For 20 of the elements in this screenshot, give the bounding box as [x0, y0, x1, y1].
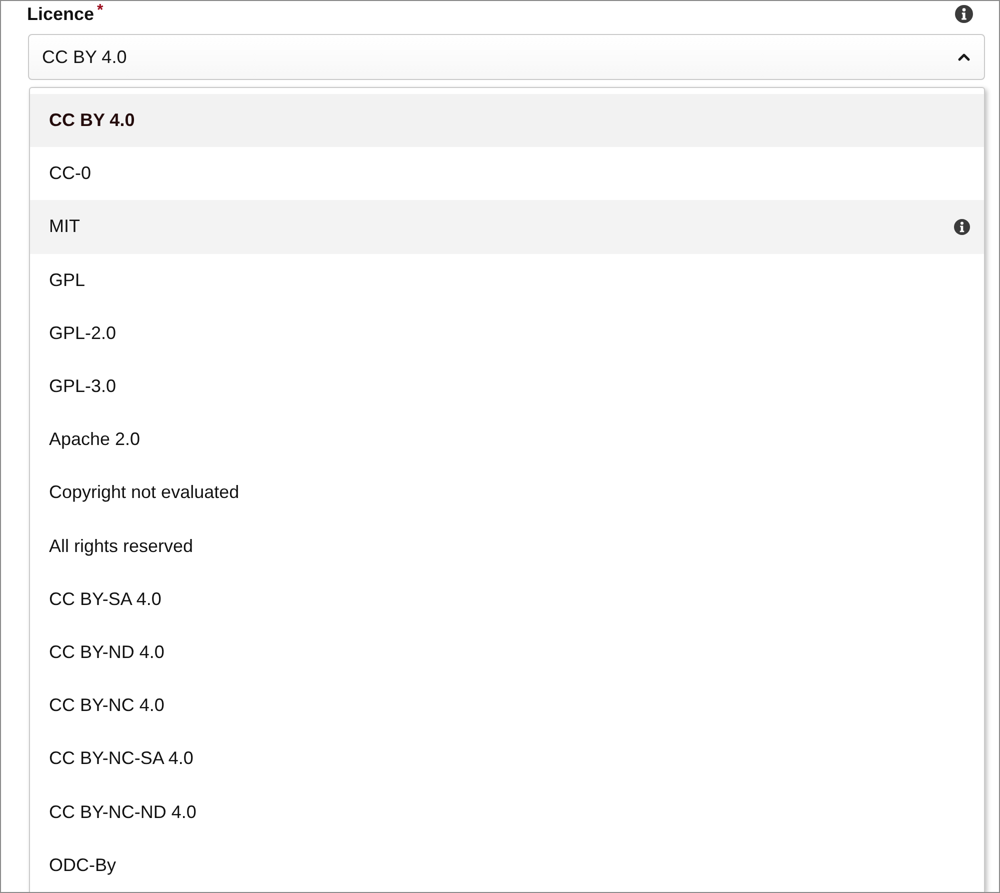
field-label: Licence — [27, 3, 94, 25]
dropdown-option[interactable]: GPL-3.0 — [30, 360, 984, 414]
dropdown-option[interactable]: CC BY-NC-SA 4.0 — [30, 732, 984, 786]
dropdown-option[interactable]: Apache 2.0 — [30, 413, 984, 466]
required-asterisk: * — [97, 3, 104, 19]
dropdown-option[interactable]: Copyright not evaluated — [30, 466, 984, 520]
dropdown-option[interactable]: GPL-2.0 — [30, 306, 984, 360]
dropdown-option[interactable]: ODC-By — [30, 838, 984, 892]
dropdown-option[interactable]: CC-0 — [30, 147, 984, 200]
licence-select[interactable]: CC BY 4.0 — [28, 34, 985, 80]
dropdown-option[interactable]: CC BY-NC-ND 4.0 — [30, 785, 984, 839]
dropdown-option[interactable]: CC BY-SA 4.0 — [30, 572, 984, 626]
dropdown-option[interactable]: GPL — [30, 254, 984, 307]
dropdown-option[interactable]: CC BY-ND 4.0 — [30, 626, 984, 680]
info-icon[interactable] — [954, 218, 970, 235]
info-icon[interactable] — [955, 5, 973, 23]
dropdown-option[interactable]: CC BY-NC 4.0 — [30, 679, 984, 732]
dropdown-option[interactable]: MIT — [30, 200, 984, 254]
dropdown-option[interactable]: All rights reserved — [30, 520, 984, 573]
dropdown-option[interactable]: CC BY 4.0 — [30, 94, 984, 148]
